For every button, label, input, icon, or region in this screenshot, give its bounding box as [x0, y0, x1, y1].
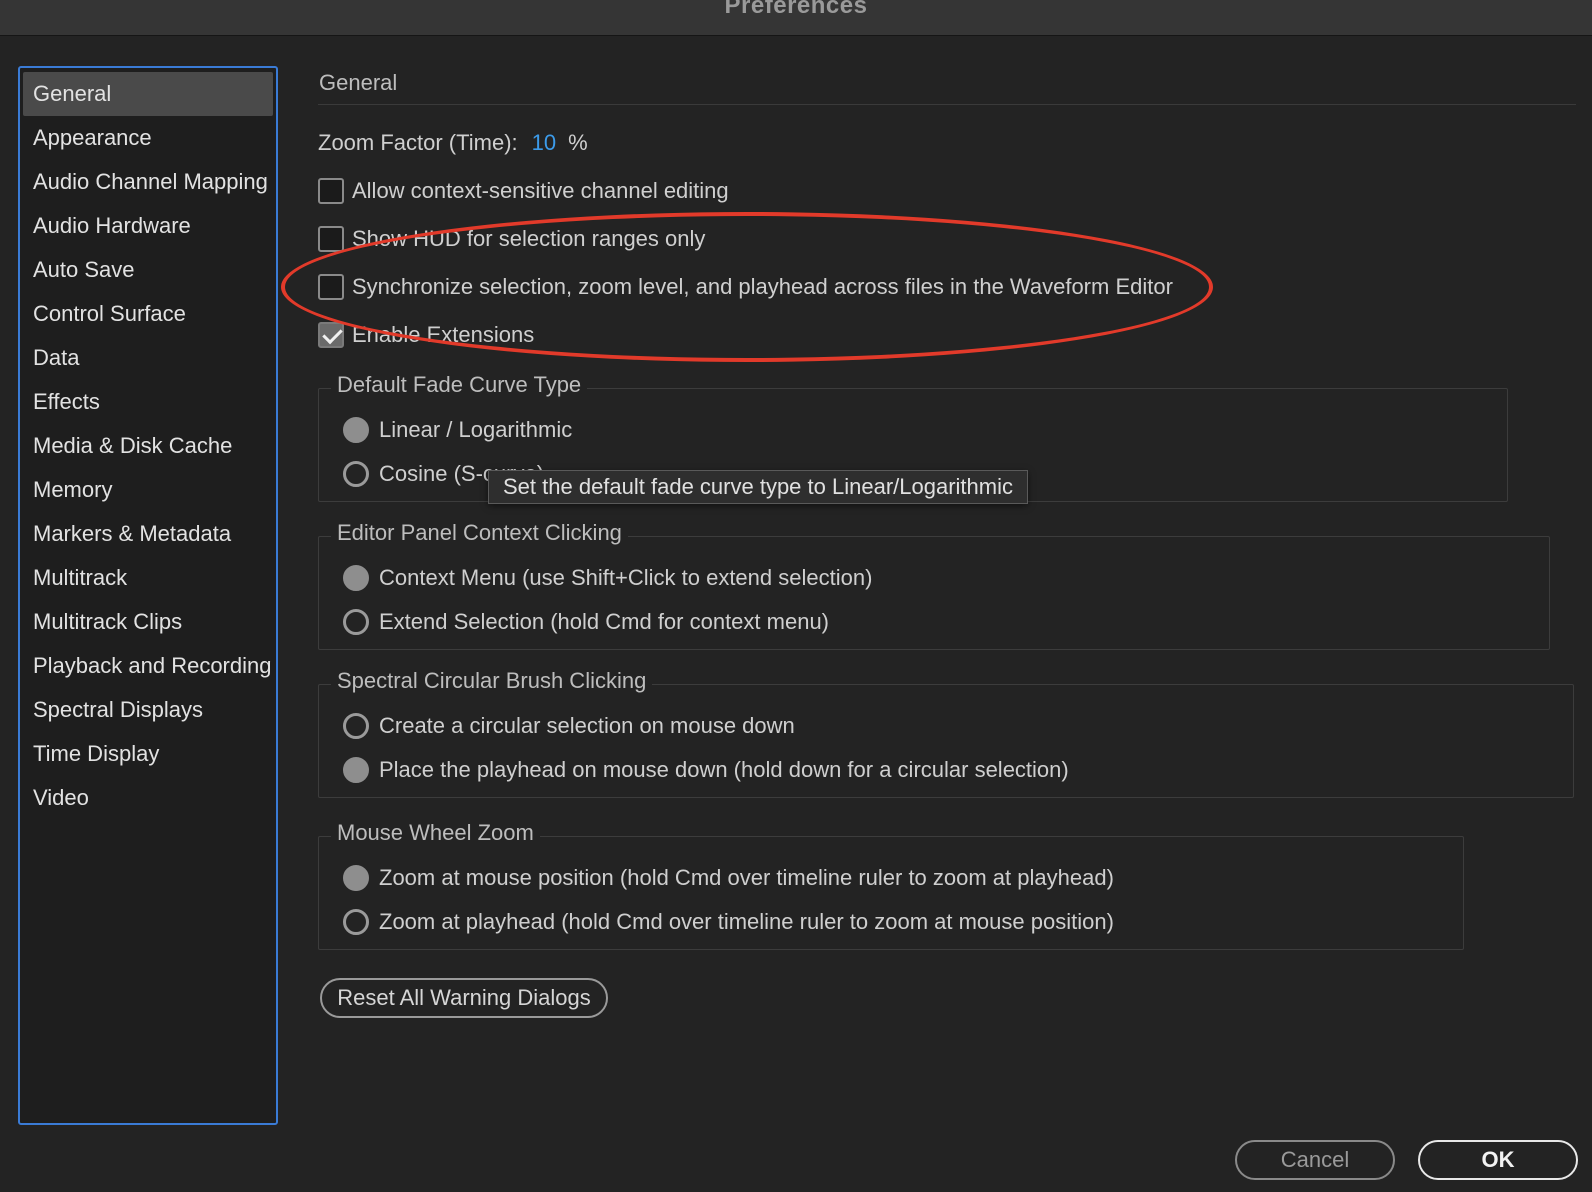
- zoom-factor-value[interactable]: 10: [532, 130, 556, 156]
- sidebar-item-time-display[interactable]: Time Display: [23, 732, 273, 776]
- group-legend: Editor Panel Context Clicking: [331, 520, 628, 546]
- show-hud-checkbox[interactable]: [318, 226, 344, 252]
- checkbox-label: Enable Extensions: [352, 322, 535, 347]
- sidebar-item-appearance[interactable]: Appearance: [23, 116, 273, 160]
- sidebar-item-memory[interactable]: Memory: [23, 468, 273, 512]
- checkbox-row-synchronize[interactable]: Synchronize selection, zoom level, and p…: [318, 270, 1173, 304]
- context-menu-radio[interactable]: [343, 565, 369, 591]
- sidebar-item-spectral-displays[interactable]: Spectral Displays: [23, 688, 273, 732]
- editor-context-group: Editor Panel Context Clicking Context Me…: [318, 520, 1550, 650]
- mouse-wheel-zoom-group: Mouse Wheel Zoom Zoom at mouse position …: [318, 820, 1464, 950]
- window-title: Preferences: [724, 0, 868, 19]
- sidebar-item-audio-channel-mapping[interactable]: Audio Channel Mapping: [23, 160, 273, 204]
- sidebar-item-multitrack[interactable]: Multitrack: [23, 556, 273, 600]
- sidebar-item-multitrack-clips[interactable]: Multitrack Clips: [23, 600, 273, 644]
- checkbox-label: Synchronize selection, zoom level, and p…: [352, 274, 1173, 299]
- group-legend: Spectral Circular Brush Clicking: [331, 668, 653, 694]
- checkbox-row-context-sensitive[interactable]: Allow context-sensitive channel editing: [318, 174, 729, 208]
- radio-label: Create a circular selection on mouse dow…: [379, 713, 795, 738]
- zoom-factor-label: Zoom Factor (Time):: [318, 130, 518, 155]
- enable-extensions-checkbox[interactable]: [318, 322, 344, 348]
- group-legend: Mouse Wheel Zoom: [331, 820, 540, 846]
- sidebar-item-video[interactable]: Video: [23, 776, 273, 820]
- checkbox-label: Show HUD for selection ranges only: [352, 226, 706, 251]
- synchronize-selection-checkbox[interactable]: [318, 274, 344, 300]
- radio-row-extend-selection[interactable]: Extend Selection (hold Cmd for context m…: [343, 605, 829, 639]
- zoom-at-playhead-radio[interactable]: [343, 909, 369, 935]
- linear-logarithmic-radio[interactable]: [343, 417, 369, 443]
- section-divider: [318, 104, 1576, 105]
- radio-row-linear-log[interactable]: Linear / Logarithmic: [343, 413, 572, 447]
- checkbox-row-hud[interactable]: Show HUD for selection ranges only: [318, 222, 705, 256]
- radio-label: Linear / Logarithmic: [379, 417, 573, 442]
- radio-label: Context Menu (use Shift+Click to extend …: [379, 565, 873, 590]
- group-legend: Default Fade Curve Type: [331, 372, 588, 398]
- zoom-factor-row: Zoom Factor (Time): 10 %: [318, 126, 588, 160]
- place-playhead-radio[interactable]: [343, 757, 369, 783]
- radio-row-zoom-playhead[interactable]: Zoom at playhead (hold Cmd over timeline…: [343, 905, 1114, 939]
- radio-label: Zoom at mouse position (hold Cmd over ti…: [379, 865, 1114, 890]
- context-sensitive-editing-checkbox[interactable]: [318, 178, 344, 204]
- radio-row-circular-selection[interactable]: Create a circular selection on mouse dow…: [343, 709, 795, 743]
- radio-row-context-menu[interactable]: Context Menu (use Shift+Click to extend …: [343, 561, 872, 595]
- reset-warning-dialogs-button[interactable]: Reset All Warning Dialogs: [320, 978, 608, 1018]
- extend-selection-radio[interactable]: [343, 609, 369, 635]
- radio-row-zoom-mouse[interactable]: Zoom at mouse position (hold Cmd over ti…: [343, 861, 1114, 895]
- zoom-at-mouse-radio[interactable]: [343, 865, 369, 891]
- radio-label: Zoom at playhead (hold Cmd over timeline…: [379, 909, 1114, 934]
- checkbox-label: Allow context-sensitive channel editing: [352, 178, 729, 203]
- section-title: General: [319, 70, 398, 95]
- cancel-button[interactable]: Cancel: [1235, 1140, 1395, 1180]
- spectral-brush-group: Spectral Circular Brush Clicking Create …: [318, 668, 1574, 798]
- title-bar: Preferences: [0, 0, 1592, 36]
- checkbox-row-extensions[interactable]: Enable Extensions: [318, 318, 534, 352]
- sidebar-item-markers-metadata[interactable]: Markers & Metadata: [23, 512, 273, 556]
- sidebar-item-auto-save[interactable]: Auto Save: [23, 248, 273, 292]
- circular-selection-radio[interactable]: [343, 713, 369, 739]
- ok-button[interactable]: OK: [1418, 1140, 1578, 1180]
- radio-label: Place the playhead on mouse down (hold d…: [379, 757, 1069, 782]
- radio-label: Extend Selection (hold Cmd for context m…: [379, 609, 830, 634]
- zoom-factor-unit: %: [568, 130, 588, 155]
- sidebar-item-control-surface[interactable]: Control Surface: [23, 292, 273, 336]
- sidebar-item-general[interactable]: General: [23, 72, 273, 116]
- sidebar-item-effects[interactable]: Effects: [23, 380, 273, 424]
- sidebar-item-playback-recording[interactable]: Playback and Recording: [23, 644, 273, 688]
- preferences-category-list[interactable]: General Appearance Audio Channel Mapping…: [18, 66, 278, 1125]
- sidebar-item-audio-hardware[interactable]: Audio Hardware: [23, 204, 273, 248]
- fade-curve-tooltip: Set the default fade curve type to Linea…: [488, 470, 1028, 504]
- radio-row-place-playhead[interactable]: Place the playhead on mouse down (hold d…: [343, 753, 1069, 787]
- general-panel: General Zoom Factor (Time): 10 % Allow c…: [318, 60, 1580, 1120]
- sidebar-item-media-disk-cache[interactable]: Media & Disk Cache: [23, 424, 273, 468]
- sidebar-item-data[interactable]: Data: [23, 336, 273, 380]
- cosine-radio[interactable]: [343, 461, 369, 487]
